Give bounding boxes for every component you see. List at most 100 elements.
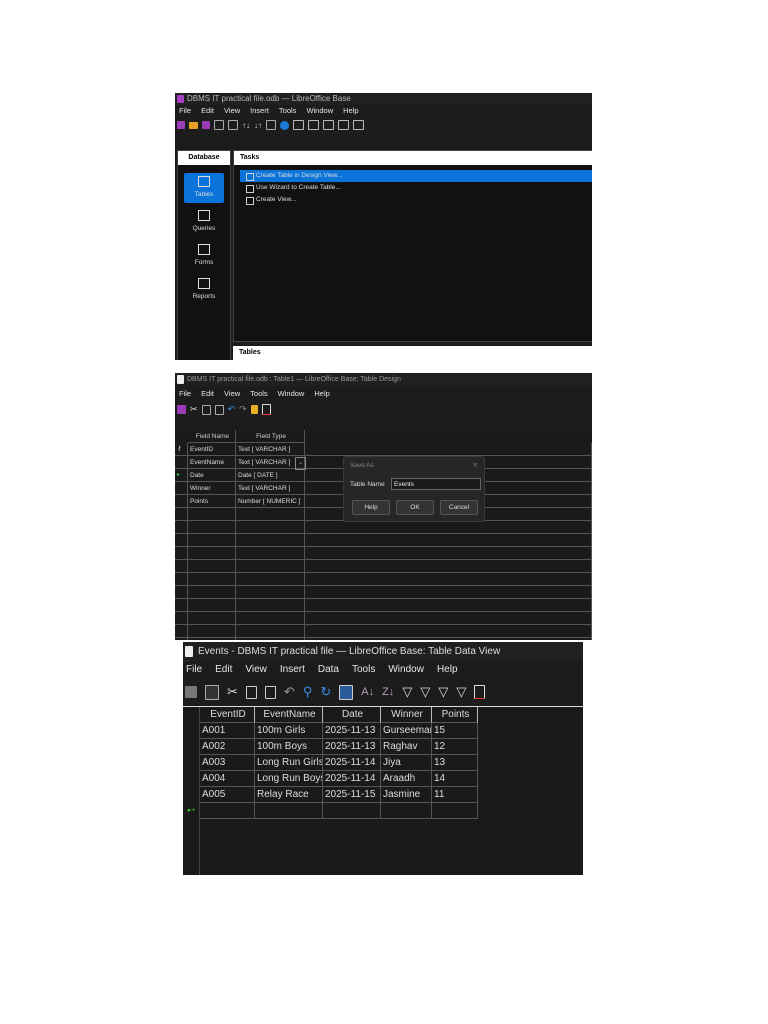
- column-header-winner[interactable]: Winner: [381, 707, 432, 723]
- field-type-cell[interactable]: [236, 508, 305, 521]
- menu-edit[interactable]: Edit: [215, 664, 232, 675]
- table-cell[interactable]: Relay Race: [255, 787, 323, 803]
- field-type-cell[interactable]: [236, 521, 305, 534]
- menu-insert[interactable]: Insert: [280, 664, 305, 675]
- menu-window[interactable]: Window: [306, 106, 333, 115]
- menu-window[interactable]: Window: [278, 389, 305, 398]
- table-cell[interactable]: 100m Girls: [255, 723, 323, 739]
- table-cell[interactable]: [432, 803, 478, 819]
- field-type-cell[interactable]: Number [ NUMERIC ]: [236, 495, 305, 508]
- autofilter-icon[interactable]: ▽: [402, 684, 412, 700]
- description-cell[interactable]: [305, 638, 592, 640]
- row-header[interactable]: [183, 771, 200, 787]
- row-header[interactable]: [175, 599, 188, 612]
- field-name-cell[interactable]: [188, 534, 236, 547]
- field-name-cell[interactable]: [188, 508, 236, 521]
- table-cell[interactable]: A005: [200, 787, 255, 803]
- row-header[interactable]: ⚷: [175, 443, 188, 456]
- paste-icon[interactable]: [228, 120, 238, 130]
- menu-file[interactable]: File: [179, 389, 191, 398]
- paste-icon[interactable]: [264, 685, 276, 699]
- column-header-eventname[interactable]: EventName: [255, 707, 323, 723]
- table-cell[interactable]: Raghav: [381, 739, 432, 755]
- table-cell[interactable]: [200, 803, 255, 819]
- table-cell[interactable]: Jiya: [381, 755, 432, 771]
- index-design-icon[interactable]: [261, 404, 271, 415]
- field-name-cell[interactable]: Points: [188, 495, 236, 508]
- row-header[interactable]: [175, 586, 188, 599]
- menu-view[interactable]: View: [245, 664, 267, 675]
- row-header[interactable]: [175, 560, 188, 573]
- sort-ascending-icon[interactable]: A↓: [361, 686, 374, 698]
- field-name-cell[interactable]: [188, 560, 236, 573]
- field-type-cell[interactable]: Text [ VARCHAR ]: [236, 482, 305, 495]
- field-name-cell[interactable]: [188, 586, 236, 599]
- row-header[interactable]: [183, 723, 200, 739]
- menu-file[interactable]: File: [186, 664, 202, 675]
- row-header[interactable]: [175, 625, 188, 638]
- table-cell[interactable]: 11: [432, 787, 478, 803]
- description-cell[interactable]: [305, 625, 592, 638]
- table-cell[interactable]: 15: [432, 723, 478, 739]
- field-type-cell[interactable]: [236, 586, 305, 599]
- help-button[interactable]: Help: [352, 500, 390, 515]
- cancel-button[interactable]: Cancel: [440, 500, 478, 515]
- field-name-cell[interactable]: EventName: [188, 456, 236, 469]
- row-header[interactable]: [183, 739, 200, 755]
- paste-icon[interactable]: [214, 404, 224, 415]
- new-icon[interactable]: [177, 121, 185, 129]
- column-header[interactable]: Field Type: [236, 430, 305, 443]
- redo-icon[interactable]: ↷: [239, 404, 247, 415]
- description-cell[interactable]: [305, 573, 592, 586]
- table-cell[interactable]: 14: [432, 771, 478, 787]
- menu-edit[interactable]: Edit: [201, 389, 214, 398]
- table-cell[interactable]: [323, 803, 381, 819]
- column-header-eventid[interactable]: EventID: [200, 707, 255, 723]
- row-header[interactable]: [183, 755, 200, 771]
- menu-insert[interactable]: Insert: [250, 106, 269, 115]
- sidebar-item-reports[interactable]: Reports: [184, 275, 224, 305]
- table-cell[interactable]: 12: [432, 739, 478, 755]
- row-header[interactable]: [175, 495, 188, 508]
- description-cell[interactable]: [305, 612, 592, 625]
- task-item[interactable]: Create Table in Design View...: [240, 170, 592, 182]
- query-icon[interactable]: [308, 120, 319, 130]
- menu-tools[interactable]: Tools: [250, 389, 268, 398]
- sort-ascending-icon[interactable]: ↑↓: [242, 121, 250, 130]
- menu-window[interactable]: Window: [388, 664, 424, 675]
- menu-data[interactable]: Data: [318, 664, 339, 675]
- field-type-cell[interactable]: [236, 625, 305, 638]
- task-item[interactable]: Create View...: [240, 194, 592, 206]
- refresh-icon[interactable]: ↻: [320, 684, 331, 700]
- field-type-cell[interactable]: [236, 560, 305, 573]
- row-header[interactable]: [175, 638, 188, 640]
- chevron-down-icon[interactable]: ⌄: [295, 457, 306, 470]
- table-cell[interactable]: 13: [432, 755, 478, 771]
- table-name-input[interactable]: [391, 478, 481, 490]
- table-cell[interactable]: Long Run Boys: [255, 771, 323, 787]
- field-type-cell[interactable]: [236, 612, 305, 625]
- row-header[interactable]: [183, 787, 200, 803]
- description-cell[interactable]: [305, 534, 592, 547]
- field-name-cell[interactable]: [188, 638, 236, 640]
- description-cell[interactable]: [305, 521, 592, 534]
- table-cell[interactable]: 2025-11-15: [323, 787, 381, 803]
- open-icon[interactable]: [189, 121, 198, 129]
- description-cell[interactable]: [305, 586, 592, 599]
- copy-icon[interactable]: [214, 120, 224, 130]
- field-name-cell[interactable]: Winner: [188, 482, 236, 495]
- close-icon[interactable]: ✕: [473, 461, 478, 469]
- column-header-date[interactable]: Date: [323, 707, 381, 723]
- view-icon[interactable]: [338, 120, 349, 130]
- menu-help[interactable]: Help: [343, 106, 358, 115]
- field-type-cell[interactable]: [236, 547, 305, 560]
- table-cell[interactable]: 100m Boys: [255, 739, 323, 755]
- field-name-cell[interactable]: [188, 547, 236, 560]
- save-icon[interactable]: [185, 686, 197, 698]
- report-icon[interactable]: [323, 120, 334, 130]
- table-cell[interactable]: 2025-11-13: [323, 723, 381, 739]
- sort-descending-icon[interactable]: ↓↑: [254, 121, 262, 130]
- menu-help[interactable]: Help: [437, 664, 458, 675]
- field-name-cell[interactable]: EventID: [188, 443, 236, 456]
- primary-key-icon[interactable]: [250, 405, 258, 414]
